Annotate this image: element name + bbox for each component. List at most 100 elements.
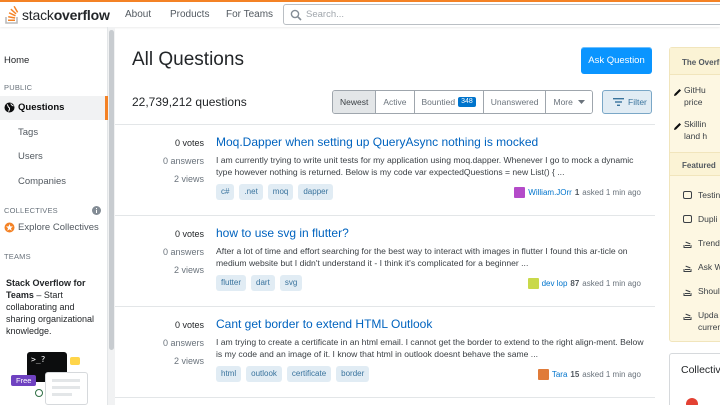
vote-count: 0 votes — [174, 229, 204, 239]
nav-tags-link[interactable]: Tags — [18, 127, 38, 138]
ask-question-button[interactable]: Ask Question — [581, 47, 652, 74]
nav-for-teams-link[interactable]: For Teams — [226, 9, 273, 20]
filter-icon — [613, 98, 624, 106]
question-summary: 0 votes 0 answers 2 views Cant get borde… — [115, 307, 655, 398]
pencil-icon — [674, 89, 681, 96]
nav-questions-link[interactable]: Questions — [18, 102, 64, 113]
tab-unanswered-label: Unanswered — [490, 97, 539, 107]
nav-about-link[interactable]: About — [125, 9, 151, 20]
tag[interactable]: flutter — [216, 275, 247, 291]
nav-explore-collectives-link[interactable]: Explore Collectives — [18, 222, 99, 233]
nav-home-link[interactable]: Home — [4, 55, 29, 66]
search-icon — [290, 9, 302, 21]
vote-count: 0 votes — [174, 138, 204, 148]
tag[interactable]: svg — [279, 275, 303, 291]
featured-item-link[interactable]: curren — [698, 322, 720, 333]
question-author: Tara 15 asked 1 min ago — [537, 369, 641, 380]
collectives-heading: COLLECTIVES — [4, 206, 58, 215]
view-count: 2 views — [173, 356, 204, 366]
question-title-link[interactable]: how to use svg in flutter? — [216, 226, 349, 240]
stack-logo-icon — [683, 289, 692, 296]
avatar[interactable] — [537, 369, 549, 380]
tag[interactable]: .net — [239, 184, 263, 200]
question-author: William.JOrr 1 asked 1 min ago — [514, 187, 641, 198]
featured-item-link[interactable]: Upda — [698, 310, 718, 321]
avatar[interactable] — [527, 278, 539, 289]
tab-unanswered[interactable]: Unanswered — [483, 91, 547, 113]
overflow-blog-title: The Overflow — [682, 58, 720, 67]
featured-item-link[interactable]: Dupli — [698, 214, 717, 225]
stack-logo-icon — [683, 313, 692, 320]
question-title-link[interactable]: Cant get border to extend HTML Outlook — [216, 317, 432, 331]
scrollbar-thumb[interactable] — [109, 30, 114, 350]
user-name-link[interactable]: dev lop — [542, 279, 568, 288]
overflow-blog-header: The Overflow — [670, 48, 720, 75]
asked-time: asked 1 min ago — [582, 370, 641, 379]
teams-heading: TEAMS — [4, 252, 31, 261]
question-title-link[interactable]: Moq.Dapper when setting up QueryAsync no… — [216, 135, 538, 149]
vote-count: 0 votes — [174, 320, 204, 330]
featured-item-link[interactable]: Trend — [698, 238, 720, 249]
bounty-count-badge: 348 — [458, 97, 476, 107]
nav-users-link[interactable]: Users — [18, 151, 43, 162]
tab-bountied[interactable]: Bountied 348 — [414, 91, 484, 113]
chevron-down-icon — [577, 99, 585, 104]
chat-bubble-icon — [70, 357, 80, 365]
avatar[interactable] — [514, 187, 526, 198]
stackoverflow-logo[interactable]: stackoverflow — [5, 5, 110, 25]
tab-active-label: Active — [383, 97, 407, 107]
user-reputation: 15 — [570, 370, 580, 379]
tag[interactable]: moq — [267, 184, 294, 200]
question-summary: 0 votes 0 answers 2 views how to use svg… — [115, 216, 655, 307]
stack-logo-icon — [683, 241, 692, 248]
question-summary: 0 votes 0 answers 2 views Moq.Dapper whe… — [115, 125, 655, 216]
tag[interactable]: certificate — [286, 366, 332, 382]
tag[interactable]: border — [336, 366, 370, 382]
tag-list: c# .net moq dapper — [216, 184, 334, 200]
blog-item-link[interactable]: Skillin — [684, 119, 706, 130]
terminal-prompt-icon: >_? — [31, 355, 46, 364]
globe-icon — [4, 102, 15, 113]
asked-time: asked 1 min ago — [582, 279, 641, 288]
question-list: 0 votes 0 answers 2 views Moq.Dapper whe… — [115, 124, 655, 398]
stack-logo-icon — [683, 265, 692, 272]
blog-item-link[interactable]: GitHu — [684, 85, 706, 96]
user-name-link[interactable]: William.JOrr — [528, 188, 572, 197]
nav-companies-link[interactable]: Companies — [18, 176, 66, 187]
blog-item-link[interactable]: land h — [684, 131, 707, 142]
tag[interactable]: dart — [251, 275, 275, 291]
tab-more-label: More — [553, 97, 573, 107]
question-count: 22,739,212 questions — [132, 95, 247, 109]
pencil-icon — [674, 123, 681, 130]
info-icon[interactable] — [92, 206, 101, 215]
tab-newest[interactable]: Newest — [333, 91, 377, 113]
collectives-widget: Collectives — [669, 353, 720, 405]
tag[interactable]: outlook — [246, 366, 282, 382]
search-placeholder: Search... — [306, 9, 345, 20]
teams-illustration-card — [45, 372, 88, 405]
search-input[interactable]: Search... — [283, 4, 720, 25]
filter-button-label: Filter — [628, 97, 647, 107]
featured-item-link[interactable]: Testin — [698, 190, 720, 201]
teams-promo: Stack Overflow for Teams – Start collabo… — [6, 277, 100, 337]
user-name-link[interactable]: Tara — [552, 370, 568, 379]
user-reputation: 1 — [574, 188, 580, 197]
asked-time: asked 1 min ago — [582, 188, 641, 197]
free-badge: Free — [11, 375, 37, 386]
tag[interactable]: dapper — [298, 184, 334, 200]
nav-products-link[interactable]: Products — [170, 9, 209, 20]
logo-text: stackoverflow — [22, 7, 110, 23]
tag[interactable]: html — [216, 366, 242, 382]
blog-item-link[interactable]: price — [684, 97, 702, 108]
filter-button[interactable]: Filter — [602, 90, 652, 114]
left-sidebar-scrollbar[interactable] — [108, 27, 115, 405]
featured-item-link[interactable]: Ask W — [698, 262, 720, 273]
tab-active[interactable]: Active — [376, 91, 415, 113]
chat-icon — [683, 191, 692, 199]
featured-item-link[interactable]: Shoul — [698, 286, 720, 297]
tag[interactable]: c# — [216, 184, 235, 200]
view-count: 2 views — [173, 265, 204, 275]
answer-count: 0 answers — [162, 338, 204, 348]
tab-more[interactable]: More — [546, 91, 592, 113]
collective-logo-icon[interactable] — [686, 398, 698, 405]
